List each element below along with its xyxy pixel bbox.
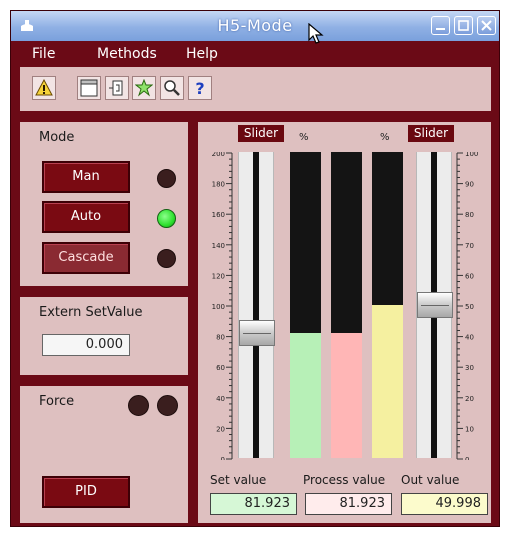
out-value-bar-fill xyxy=(372,305,403,458)
force-title: Force xyxy=(39,394,75,409)
extern-setvalue-field[interactable]: 0.000 xyxy=(42,334,130,356)
object-button[interactable] xyxy=(105,76,129,100)
close-button[interactable] xyxy=(477,16,496,35)
set-value-bar xyxy=(290,152,321,458)
out-slider-handle[interactable] xyxy=(417,292,453,318)
zoom-button[interactable] xyxy=(160,76,184,100)
auto-indicator xyxy=(157,209,176,228)
menu-methods[interactable]: Methods xyxy=(97,46,157,62)
help-glyph: ? xyxy=(195,79,204,97)
out-slider-track[interactable] xyxy=(416,152,453,458)
setpoint-slider-groove xyxy=(253,152,259,458)
set-value-bar-fill xyxy=(290,332,321,458)
graph-icon xyxy=(80,79,98,97)
setpoint-slider-handle[interactable] xyxy=(239,319,275,346)
auto-button[interactable]: Auto xyxy=(42,201,130,233)
left-slider-label: Slider xyxy=(238,125,284,142)
out-scale-tick-label: 20 xyxy=(465,395,474,403)
menu-bar: File Methods Help xyxy=(11,42,499,64)
title-bar[interactable]: H5-Mode xyxy=(11,11,499,41)
mode-window: H5-Mode File Methods Help ? Mode Man Aut… xyxy=(10,10,500,527)
out-value-bar xyxy=(372,152,403,458)
maximize-button[interactable] xyxy=(454,16,473,35)
setpoint-scale-tick-label: 20 xyxy=(216,425,225,433)
force-panel: Force PID xyxy=(20,386,188,523)
setpoint-scale-tick-label: 140 xyxy=(212,242,225,250)
mouse-pointer-icon xyxy=(308,23,324,44)
force-indicator-1 xyxy=(128,395,149,416)
out-value-label: Out value xyxy=(401,473,460,487)
object-icon xyxy=(109,80,123,96)
out-value-field: 49.998 xyxy=(401,493,488,515)
setpoint-scale-tick-label: 80 xyxy=(216,334,225,342)
setpoint-scale-tick-label: 180 xyxy=(212,181,225,189)
process-value-label: Process value xyxy=(303,473,386,487)
out-scale-tick-label: 70 xyxy=(465,242,474,250)
trend-button[interactable] xyxy=(132,76,156,100)
value-panel: Slider % % Slider 200 180 160 140 120 100 80 60… xyxy=(198,122,491,523)
out-scale-tick-label: 100 xyxy=(465,152,478,158)
process-value-field: 81.923 xyxy=(305,493,392,515)
mode-panel: Mode Man Auto Cascade xyxy=(20,122,188,286)
minimize-icon xyxy=(436,28,445,30)
cascade-indicator xyxy=(157,249,176,268)
graph-button[interactable] xyxy=(77,76,101,100)
out-scale-tick-label: 40 xyxy=(465,334,474,342)
extern-setvalue-title: Extern SetValue xyxy=(39,305,143,320)
mode-title: Mode xyxy=(39,130,75,145)
help-button[interactable]: ? xyxy=(188,76,212,100)
force-indicator-2 xyxy=(157,395,178,416)
out-scale-tick-label: 90 xyxy=(465,181,474,189)
setpoint-scale-tick-label: 160 xyxy=(212,211,225,219)
setpoint-scale-tick-label: 40 xyxy=(216,395,225,403)
cascade-button[interactable]: Cascade xyxy=(42,242,130,274)
out-scale-tick-label: 80 xyxy=(465,211,474,219)
right-slider-label: Slider xyxy=(408,125,454,142)
percent-label-1: % xyxy=(299,132,309,143)
extern-setvalue-panel: Extern SetValue 0.000 xyxy=(20,297,188,375)
window-title: H5-Mode xyxy=(217,16,293,35)
out-scale-tick-label: 10 xyxy=(465,425,474,433)
setpoint-scale-tick-label: 120 xyxy=(212,272,225,280)
close-icon xyxy=(481,20,492,31)
out-scale-tick-label: 60 xyxy=(465,272,474,280)
setpoint-scale-tick-label: 100 xyxy=(212,303,225,311)
man-button[interactable]: Man xyxy=(42,161,130,193)
help-icon: ? xyxy=(195,79,204,97)
setpoint-slider-track[interactable] xyxy=(238,152,275,458)
man-indicator xyxy=(157,169,176,188)
menu-file[interactable]: File xyxy=(32,46,55,62)
process-value-bar-fill xyxy=(331,332,362,458)
process-value-bar xyxy=(331,152,362,458)
minimize-button[interactable] xyxy=(431,16,450,35)
menu-help[interactable]: Help xyxy=(186,46,218,62)
setpoint-scale-tick-label: 0 xyxy=(221,456,225,460)
setpoint-scale: 200180160140120100806040200 xyxy=(212,152,233,460)
warning-button[interactable] xyxy=(32,76,56,100)
out-scale: 1009080706050403020100 xyxy=(456,152,478,460)
out-scale-tick-label: 0 xyxy=(465,456,469,460)
out-scale-tick-label: 30 xyxy=(465,364,474,372)
toolbar: ? xyxy=(20,67,491,111)
maximize-icon xyxy=(458,20,469,31)
out-scale-tick-label: 50 xyxy=(465,303,474,311)
setpoint-scale-tick-label: 60 xyxy=(216,364,225,372)
setpoint-scale-tick-label: 200 xyxy=(212,152,225,158)
zoom-icon xyxy=(164,80,180,96)
pid-button[interactable]: PID xyxy=(42,476,130,508)
percent-label-2: % xyxy=(380,132,390,143)
set-value-label: Set value xyxy=(210,473,267,487)
set-value-field: 81.923 xyxy=(210,493,297,515)
warning-icon xyxy=(35,79,53,96)
trend-icon xyxy=(135,79,153,97)
